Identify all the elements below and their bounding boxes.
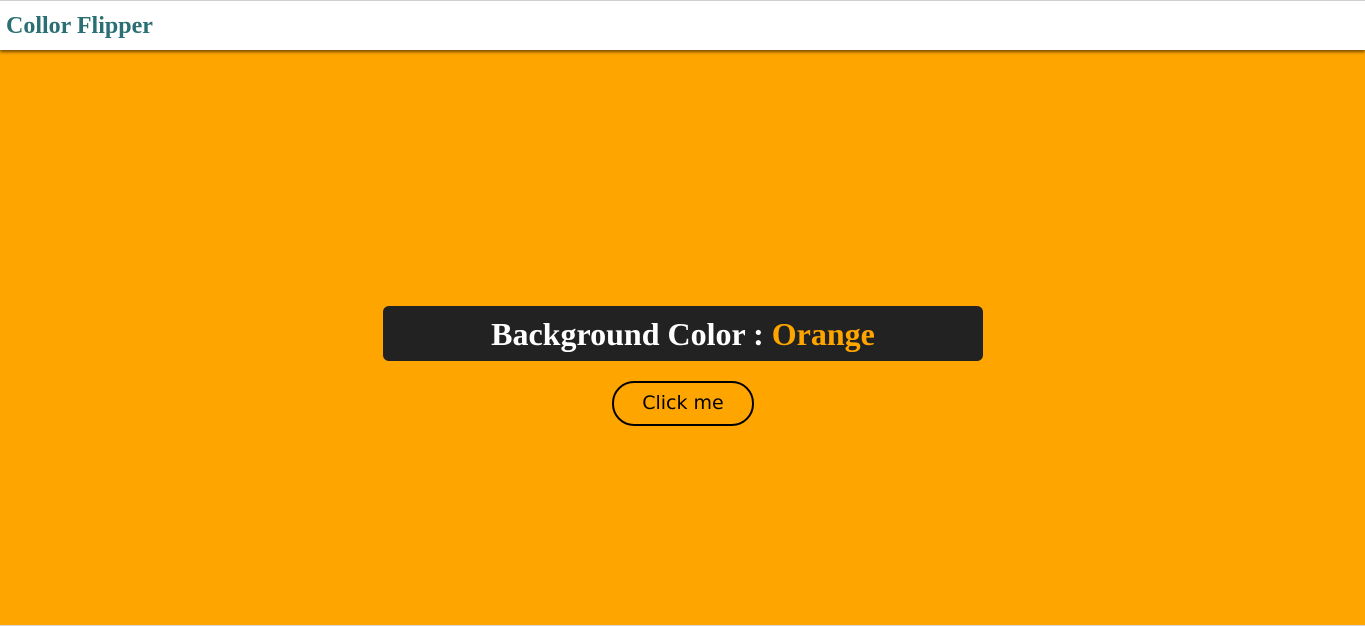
background-color-value: Orange xyxy=(771,316,875,352)
background-color-label: Background Color : xyxy=(491,316,764,352)
background-color-display: Background Color : Orange xyxy=(383,306,983,361)
navbar: Collor Flipper xyxy=(0,0,1365,50)
app-title: Collor Flipper xyxy=(6,13,153,39)
background-color-label-line: Background Color : Orange xyxy=(491,317,875,351)
click-me-button[interactable]: Click me xyxy=(612,381,754,426)
